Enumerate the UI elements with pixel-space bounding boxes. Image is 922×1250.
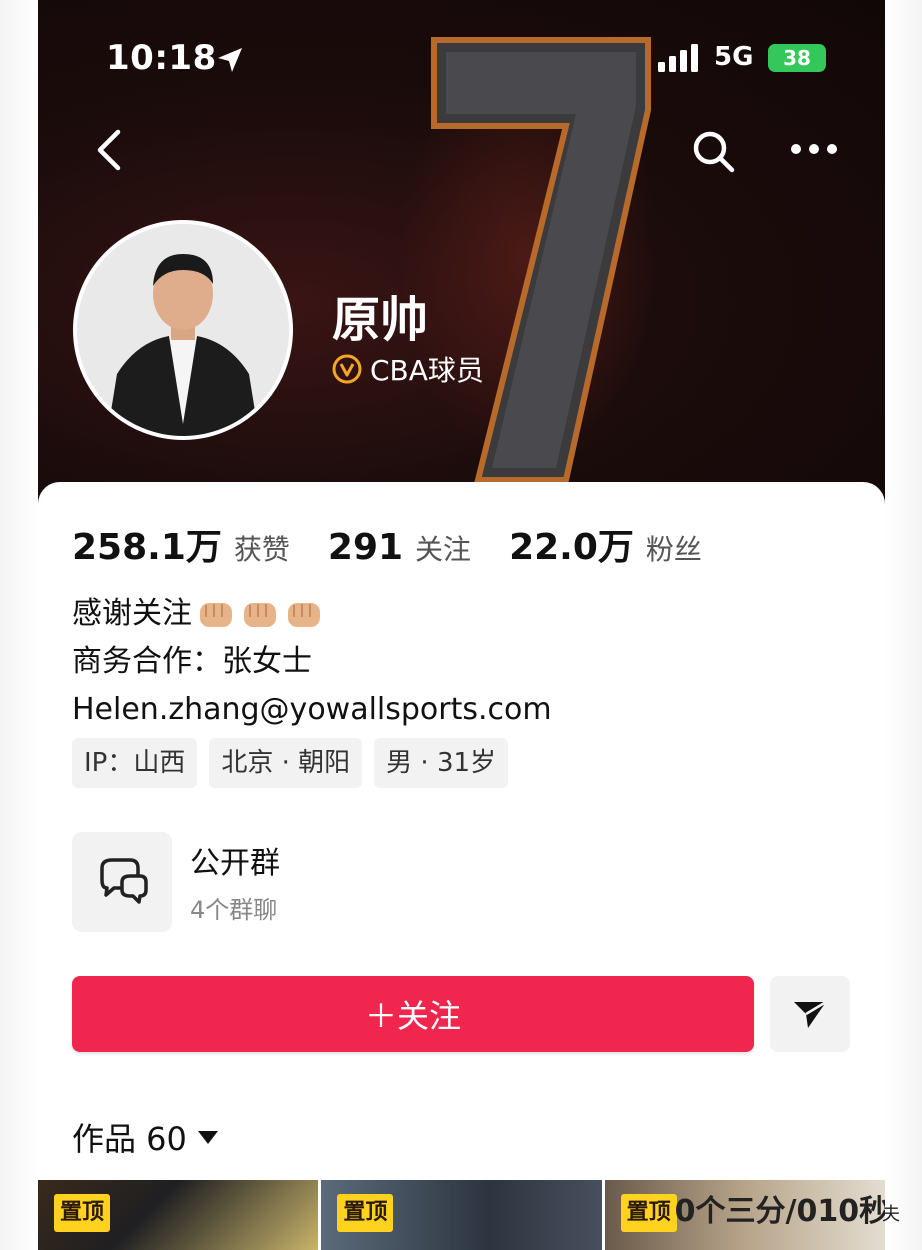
avatar-photo	[77, 224, 289, 436]
public-group-entry[interactable]: 公开群 4个群聊	[72, 832, 672, 932]
signal-icon	[658, 44, 698, 72]
video-thumbnail[interactable]: 置顶	[38, 1180, 319, 1250]
verification-label: CBA球员	[370, 354, 484, 387]
tag-city: 北京 · 朝阳	[209, 738, 363, 788]
battery-indicator: 38	[768, 44, 826, 72]
pinned-badge: 置顶	[337, 1194, 394, 1232]
status-time: 10:18	[106, 38, 217, 78]
following-count: 291	[327, 527, 404, 568]
share-button[interactable]	[770, 976, 850, 1052]
avatar[interactable]	[73, 220, 293, 440]
fist-emoji-icon	[288, 603, 320, 627]
location-arrow-icon	[218, 48, 242, 72]
bio: 感谢关注 商务合作：张女士 Helen.zhang@yowallsports.c…	[72, 590, 552, 734]
back-icon[interactable]	[90, 128, 130, 172]
fist-emoji-icon	[200, 603, 232, 627]
works-tab[interactable]: 作品 60	[72, 1114, 219, 1160]
group-subtitle: 4个群聊	[190, 896, 278, 924]
group-title: 公开群	[190, 846, 280, 881]
phone-screen: 10:18 5G 38 原帅 CBA球员 258.1万 获赞 291 关注 22…	[38, 0, 885, 1250]
pinned-badge: 置顶	[620, 1194, 677, 1232]
profile-name: 原帅	[332, 292, 429, 348]
tag-gender-age: 男 · 31岁	[374, 738, 509, 788]
likes-label[interactable]: 获赞	[234, 528, 290, 568]
profile-card: 258.1万 获赞 291 关注 22.0万 粉丝 感谢关注 商务合作：张女士 …	[38, 482, 885, 1250]
caret-down-icon	[197, 1131, 218, 1144]
watermark: 夫	[882, 1204, 900, 1225]
group-chat-icon-box	[72, 832, 172, 932]
fist-emoji-icon	[244, 603, 276, 627]
search-icon[interactable]	[690, 128, 736, 174]
works-grid: 置顶 置顶 置顶 0个三分/010秒	[38, 1180, 885, 1250]
verified-badge-icon	[332, 354, 362, 384]
network-type: 5G	[714, 42, 754, 72]
bio-line-business: 商务合作：张女士	[72, 644, 312, 679]
profile-tags: IP：山西 北京 · 朝阳 男 · 31岁	[72, 738, 509, 788]
tag-ip-location: IP：山西	[72, 738, 198, 788]
video-thumbnail[interactable]: 置顶	[321, 1180, 602, 1250]
bio-thanks-text: 感谢关注	[72, 596, 192, 631]
bio-line-email[interactable]: Helen.zhang@yowallsports.com	[72, 686, 552, 734]
thumbnail-caption: 0个三分/010秒	[674, 1194, 885, 1229]
chat-bubbles-icon	[100, 858, 148, 904]
bio-line-thanks: 感谢关注	[72, 590, 552, 638]
followers-label[interactable]: 粉丝	[646, 528, 702, 568]
status-bar: 10:18 5G 38	[38, 0, 885, 110]
video-thumbnail[interactable]: 置顶 0个三分/010秒	[604, 1180, 885, 1250]
works-label: 作品 60	[72, 1120, 187, 1158]
following-label[interactable]: 关注	[415, 528, 471, 568]
verification-row: CBA球员	[332, 352, 484, 387]
stats-row: 258.1万 获赞 291 关注 22.0万 粉丝	[72, 518, 740, 570]
profile-header: 10:18 5G 38 原帅 CBA球员	[38, 0, 885, 505]
outer-margin-left	[0, 0, 38, 1250]
pinned-badge: 置顶	[54, 1194, 111, 1232]
likes-count: 258.1万	[72, 527, 222, 568]
more-icon[interactable]	[790, 138, 838, 160]
followers-count: 22.0万	[509, 527, 634, 568]
send-arrow-icon	[794, 1000, 827, 1028]
follow-button[interactable]: ＋关注	[72, 976, 754, 1052]
outer-margin-right	[885, 0, 922, 1250]
